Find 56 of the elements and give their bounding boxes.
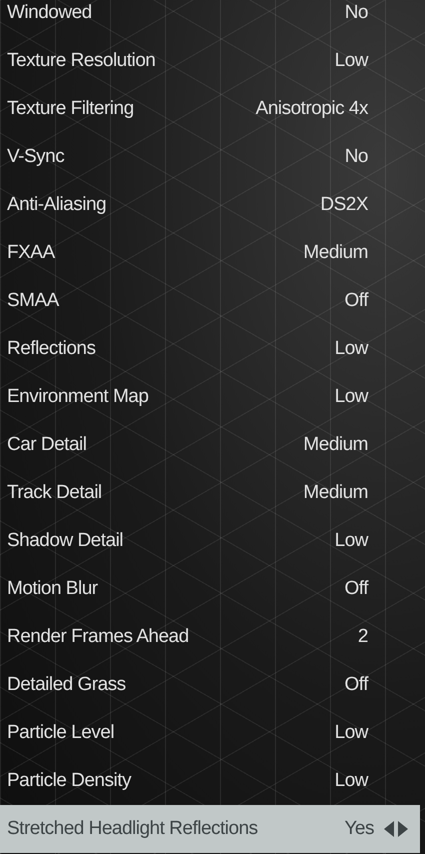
setting-value: Low (334, 530, 368, 552)
setting-value: Low (334, 770, 368, 792)
setting-value: Low (334, 50, 368, 72)
setting-value: Off (344, 674, 368, 696)
setting-value: Anisotropic 4x (256, 98, 368, 120)
setting-value: No (344, 2, 368, 24)
setting-label: Anti-Aliasing (7, 194, 108, 216)
setting-value: Medium (303, 482, 368, 504)
setting-label: SMAA (7, 290, 60, 312)
setting-label: FXAA (7, 242, 56, 264)
setting-value: Yes (344, 818, 374, 840)
setting-label: Car Detail (7, 434, 88, 456)
setting-row[interactable]: Track Detail Medium (0, 469, 425, 517)
setting-row[interactable]: FXAA Medium (0, 229, 425, 277)
right-arrow-icon[interactable] (398, 821, 408, 837)
setting-row[interactable]: Reflections Low (0, 325, 425, 373)
setting-row[interactable]: Render Frames Ahead 2 (0, 613, 425, 661)
setting-label: Reflections (7, 338, 96, 360)
setting-value: Off (344, 578, 368, 600)
setting-label: Particle Density (7, 770, 132, 792)
setting-label: Track Detail (7, 482, 103, 504)
setting-label: Particle Level (7, 722, 116, 744)
setting-row[interactable]: Anti-Aliasing DS2X (0, 181, 425, 229)
setting-row[interactable]: Car Detail Medium (0, 421, 425, 469)
setting-value: Low (334, 338, 368, 360)
setting-value: Low (334, 722, 368, 744)
setting-row[interactable]: Texture Filtering Anisotropic 4x (0, 85, 425, 133)
setting-row[interactable]: Particle Level Low (0, 709, 425, 757)
setting-row[interactable]: Motion Blur Off (0, 565, 425, 613)
setting-label: Motion Blur (7, 578, 99, 600)
setting-row[interactable]: Windowed No (0, 0, 425, 37)
setting-label: Render Frames Ahead (7, 626, 190, 648)
setting-row[interactable]: SMAA Off (0, 277, 425, 325)
setting-value: Off (344, 290, 368, 312)
setting-value: No (344, 146, 368, 168)
setting-row[interactable]: Environment Map Low (0, 373, 425, 421)
setting-label: Detailed Grass (7, 674, 127, 696)
setting-value: 2 (358, 626, 368, 648)
setting-value: Medium (303, 242, 368, 264)
setting-value: Medium (303, 434, 368, 456)
selected-setting-row[interactable]: Stretched Headlight Reflections Yes (0, 805, 420, 853)
setting-label: Shadow Detail (7, 530, 124, 552)
setting-value: Low (334, 386, 368, 408)
setting-label: V-Sync (7, 146, 66, 168)
setting-label: Texture Filtering (7, 98, 135, 120)
left-arrow-icon[interactable] (384, 821, 394, 837)
setting-label: Windowed (7, 2, 93, 24)
setting-label: Texture Resolution (7, 50, 156, 72)
setting-value: DS2X (320, 194, 368, 216)
setting-row[interactable]: Detailed Grass Off (0, 661, 425, 709)
setting-row[interactable]: Particle Density Low (0, 757, 425, 805)
setting-row[interactable]: Texture Resolution Low (0, 37, 425, 85)
setting-row[interactable]: V-Sync No (0, 133, 425, 181)
setting-label: Stretched Headlight Reflections (7, 818, 259, 840)
setting-label: Environment Map (7, 386, 150, 408)
setting-row[interactable]: Shadow Detail Low (0, 517, 425, 565)
